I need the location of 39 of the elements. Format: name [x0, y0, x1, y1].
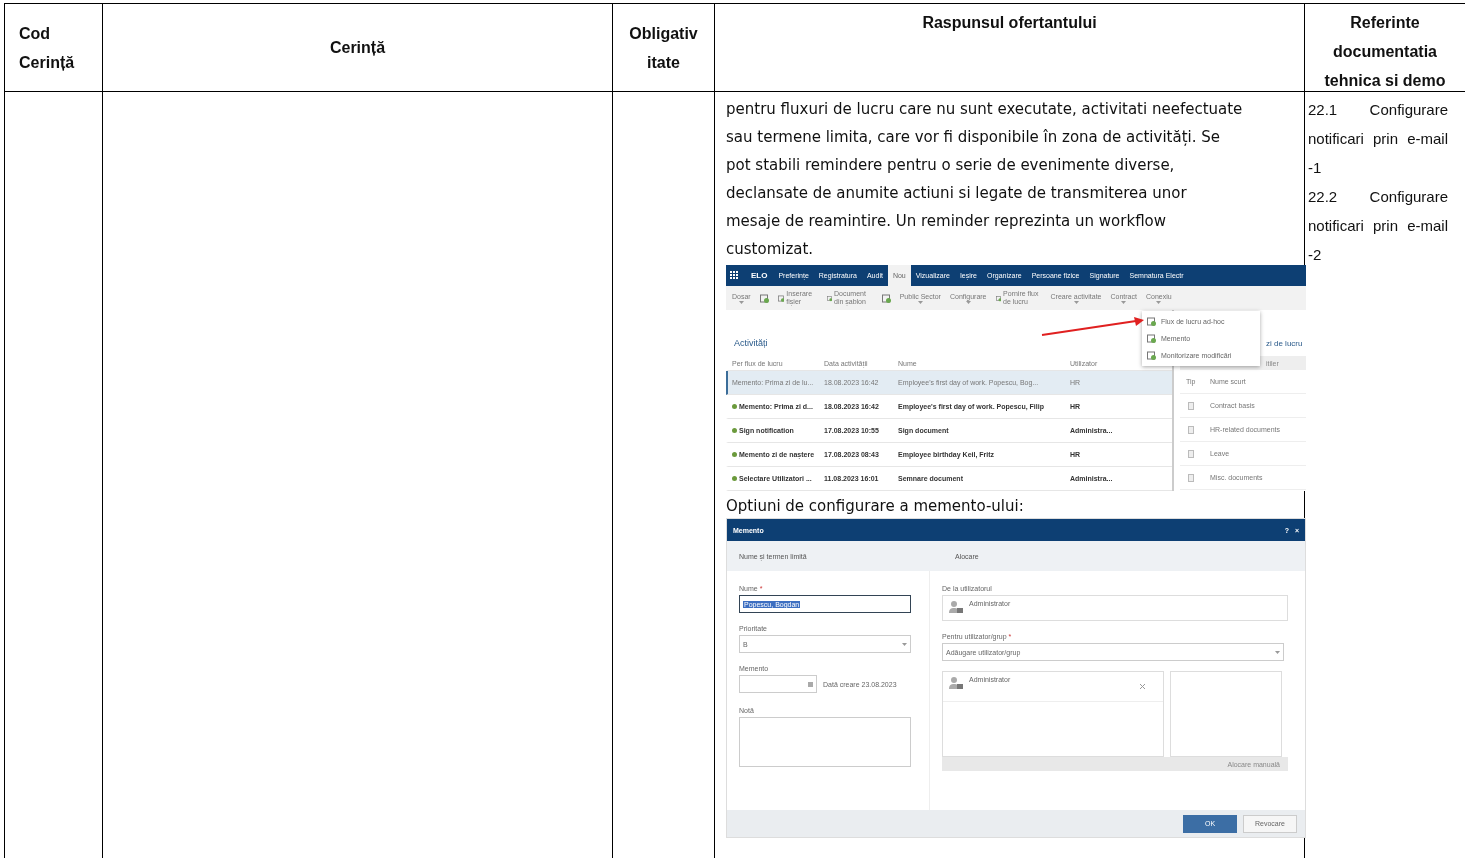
column-header: Obligativitate	[628, 23, 699, 73]
status-dot	[732, 428, 737, 433]
section-title: zi de lucru	[1266, 339, 1303, 348]
document-icon	[1188, 401, 1194, 410]
reference-text: 22.2 Configurare notificari prin e-mail -2	[1308, 187, 1448, 265]
caret-icon	[1073, 300, 1079, 304]
section-title: Activități	[734, 338, 768, 348]
status-dot	[732, 476, 737, 481]
document-icon	[826, 293, 832, 303]
status-dot	[732, 452, 737, 457]
document-icon	[1188, 449, 1194, 458]
add-icon	[759, 293, 769, 303]
date-field[interactable]	[739, 675, 817, 693]
response-text: pentru fluxuri de lucru care nu sunt executate, activitati neefectuate sau termene limita, care vor fi disponibile în zona de activități. Se pot stabili remindere pentru o serie de evenimente diverse, declansate de anumite actiuni si legate de transmiterea unor mesaje de reamintire. Un reminder reprezinta un workflow customizat.	[726, 99, 1244, 260]
column-header: Referinte documentatia tehnica si demo	[1323, 13, 1447, 91]
column-header: Raspunsul ofertantului	[922, 13, 1097, 33]
document-icon	[1188, 425, 1194, 434]
logo: ELO	[751, 271, 768, 280]
user-icon	[949, 676, 963, 689]
status-dot	[732, 404, 737, 409]
user-icon	[949, 600, 963, 613]
caret-icon	[902, 642, 907, 646]
app-grid-icon[interactable]	[730, 271, 739, 280]
reference-text: 22.1 Configurare notificari prin e-mail -1	[1308, 100, 1448, 178]
caption-text: Optiuni de configurare a memento-ului:	[726, 497, 1025, 515]
document-icon	[777, 293, 785, 303]
caret-icon	[917, 300, 923, 304]
document-icon	[1188, 473, 1194, 482]
caret-icon	[1156, 300, 1162, 304]
caret-icon	[1121, 300, 1127, 304]
caret-icon	[1275, 650, 1280, 654]
column-header: Cerință	[329, 38, 386, 58]
add-icon	[881, 293, 891, 303]
close-icon[interactable]	[1140, 684, 1145, 689]
document-icon	[995, 293, 1002, 303]
note-field[interactable]	[739, 717, 911, 767]
column-header: Cod Cerință	[19, 23, 76, 73]
caret-icon	[738, 300, 744, 304]
caret-icon	[965, 300, 971, 304]
